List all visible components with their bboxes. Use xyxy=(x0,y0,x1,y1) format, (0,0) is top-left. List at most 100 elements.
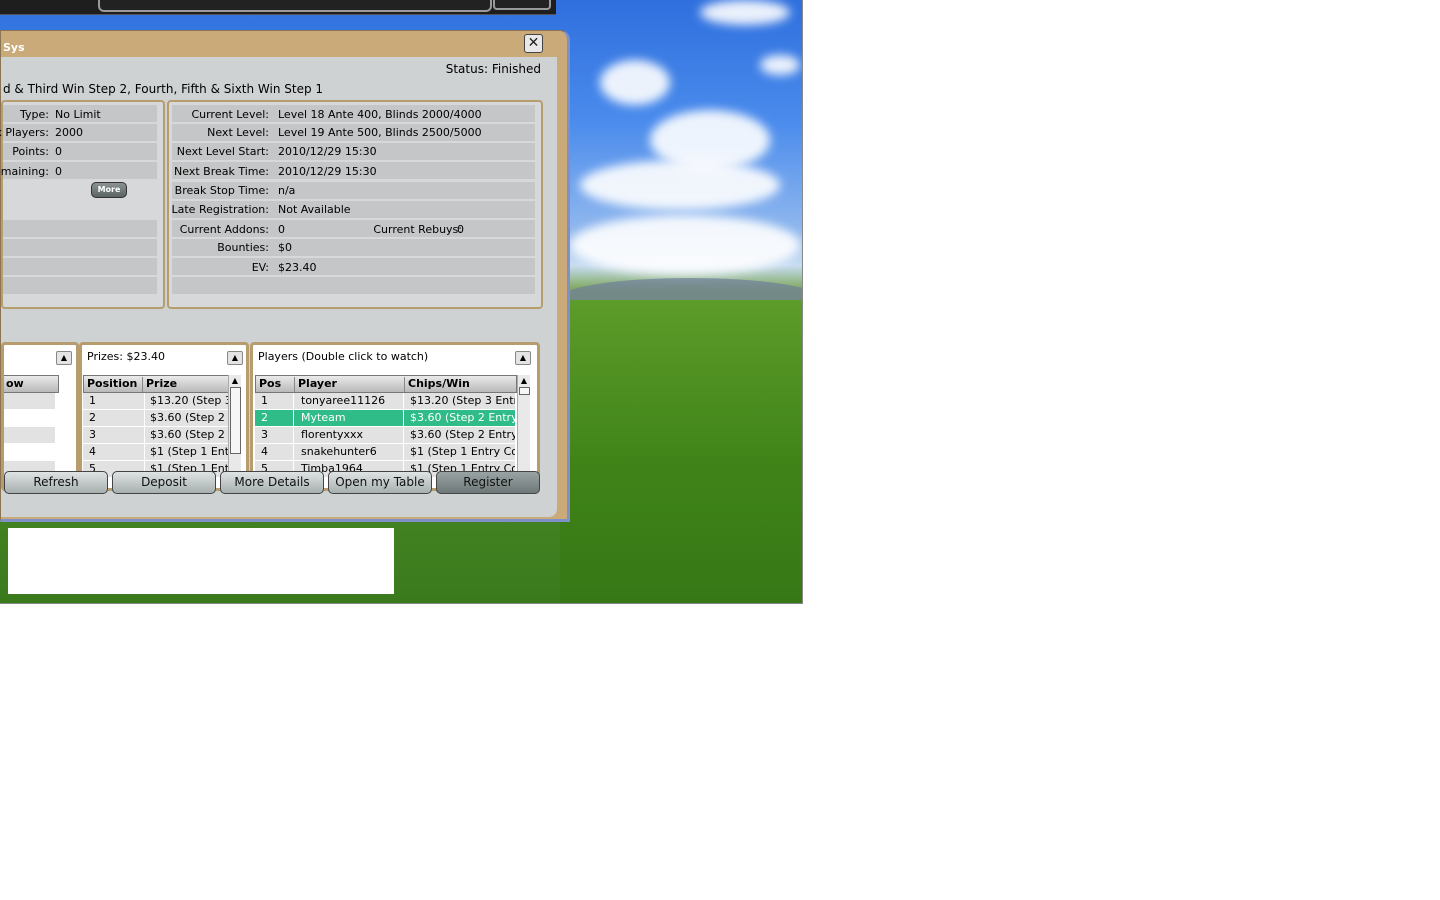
cloud xyxy=(570,215,800,275)
list-item[interactable] xyxy=(4,393,55,409)
window-titlebar[interactable]: Sys ✕ xyxy=(1,31,567,59)
top-bar xyxy=(0,0,556,15)
current-rebuys-value: 0 xyxy=(457,223,464,236)
more-details-button[interactable]: More Details xyxy=(220,471,324,494)
ev-label: EV: xyxy=(251,261,269,274)
cloud xyxy=(760,55,800,75)
player-cell: florentyxxx xyxy=(294,427,404,443)
status-value: Finished xyxy=(491,62,541,76)
close-button[interactable]: ✕ xyxy=(524,34,543,53)
position-cell: 1 xyxy=(83,393,145,409)
status-text: Status: Finished xyxy=(446,62,541,76)
type-label: Type: xyxy=(20,108,49,121)
info-row xyxy=(3,239,157,256)
position-cell: 4 xyxy=(83,444,145,460)
cloud xyxy=(600,60,670,105)
current-addons-label: Current Addons: xyxy=(179,223,269,236)
more-button[interactable]: More xyxy=(91,182,127,198)
info-row xyxy=(172,277,535,294)
table-row[interactable]: 4 snakehunter6 $1 (Step 1 Entry Cou xyxy=(255,444,515,460)
position-cell: 2 xyxy=(83,410,145,426)
bounties-label: Bounties: xyxy=(217,241,269,254)
points-label: Points: xyxy=(12,145,49,158)
player-cell: tonyaree11126 xyxy=(294,393,404,409)
collapse-button[interactable]: ▲ xyxy=(515,351,531,365)
chevron-up-icon: ▲ xyxy=(60,353,68,362)
close-icon: ✕ xyxy=(527,35,540,51)
table-row[interactable]: 2 $3.60 (Step 2 E xyxy=(83,410,228,426)
info-row xyxy=(3,277,157,294)
left-list-header: ow xyxy=(4,375,59,393)
prize-cell: $3.60 (Step 2 E xyxy=(145,410,228,426)
chips-cell: $3.60 (Step 2 Entry C xyxy=(404,427,515,443)
table-row[interactable]: 1 $13.20 (Step 3 xyxy=(83,393,228,409)
blank-panel xyxy=(8,528,394,594)
info-row xyxy=(3,220,157,237)
prizes-scrollbar[interactable]: ▲ ▼ xyxy=(228,375,241,480)
next-level-start-label: Next Level Start: xyxy=(176,145,269,158)
points-value: 0 xyxy=(55,145,62,158)
scroll-thumb[interactable] xyxy=(230,387,241,454)
tournament-name: d & Third Win Step 2, Fourth, Fifth & Si… xyxy=(3,82,324,96)
chips-cell: $1 (Step 1 Entry Cou xyxy=(404,444,515,460)
info-box-left: Type: No Limit x Players: 2000 Points: 0… xyxy=(0,100,165,309)
table-row[interactable]: 3 florentyxxx $3.60 (Step 2 Entry C xyxy=(255,427,515,443)
next-level-label: Next Level: xyxy=(207,126,269,139)
table-row[interactable]: 3 $3.60 (Step 2 E xyxy=(83,427,228,443)
pos-cell: 2 xyxy=(255,410,294,426)
ev-value: $23.40 xyxy=(278,261,317,274)
info-box-right: Current Level: Level 18 Ante 400, Blinds… xyxy=(167,100,543,309)
chips-cell: $3.60 (Step 2 Entry C xyxy=(404,410,515,426)
collapse-button[interactable]: ▲ xyxy=(56,351,72,365)
pos-column-header[interactable]: Pos xyxy=(256,377,281,392)
position-column-header[interactable]: Position xyxy=(84,377,137,392)
late-registration-label: Late Registration: xyxy=(171,203,270,216)
next-level-value: Level 19 Ante 500, Blinds 2500/5000 xyxy=(278,126,482,139)
remaining-label: emaining: xyxy=(0,165,49,178)
players-scrollbar[interactable]: ▲ ▼ xyxy=(517,375,530,480)
prize-cell: $3.60 (Step 2 E xyxy=(145,427,228,443)
prize-cell: $1 (Step 1 Entr xyxy=(145,444,228,460)
prize-cell: $13.20 (Step 3 xyxy=(145,393,228,409)
info-row xyxy=(3,258,157,275)
remaining-value: 0 xyxy=(55,165,62,178)
prize-column-header[interactable]: Prize xyxy=(142,377,177,392)
late-registration-value: Not Available xyxy=(278,203,351,216)
prizes-header: Position Prize xyxy=(83,375,230,393)
break-stop-value: n/a xyxy=(278,184,296,197)
deposit-button[interactable]: Deposit xyxy=(112,471,216,494)
refresh-button[interactable]: Refresh xyxy=(4,471,108,494)
chevron-up-icon: ▲ xyxy=(519,353,527,362)
column-header[interactable]: ow xyxy=(4,377,24,392)
players-header: Pos Player Chips/Win xyxy=(255,375,517,393)
arrow-up-icon[interactable]: ▲ xyxy=(518,375,530,386)
next-break-value: 2010/12/29 15:30 xyxy=(278,165,377,178)
grass-field xyxy=(560,300,802,603)
register-button[interactable]: Register xyxy=(436,471,540,494)
chips-cell: $13.20 (Step 3 Entry xyxy=(404,393,515,409)
tournament-lobby-window: Sys ✕ Status: Finished d & Third Win Ste… xyxy=(0,30,570,522)
pos-cell: 4 xyxy=(255,444,294,460)
player-cell: snakehunter6 xyxy=(294,444,404,460)
table-row[interactable]: 4 $1 (Step 1 Entr xyxy=(83,444,228,460)
top-input-field[interactable] xyxy=(98,0,492,12)
player-cell: Myteam xyxy=(294,410,404,426)
current-level-value: Level 18 Ante 400, Blinds 2000/4000 xyxy=(278,108,482,121)
players-panel: Players (Double click to watch) ▲ Pos Pl… xyxy=(250,342,540,491)
scroll-thumb[interactable] xyxy=(519,387,530,395)
cloud xyxy=(700,0,790,25)
table-row-selected[interactable]: 2 Myteam $3.60 (Step 2 Entry C xyxy=(255,410,515,426)
collapse-button[interactable]: ▲ xyxy=(227,351,243,365)
pos-cell: 1 xyxy=(255,393,294,409)
player-column-header[interactable]: Player xyxy=(294,377,337,392)
open-my-table-button[interactable]: Open my Table xyxy=(328,471,432,494)
arrow-up-icon[interactable]: ▲ xyxy=(229,375,241,386)
next-level-start-value: 2010/12/29 15:30 xyxy=(278,145,377,158)
chips-win-column-header[interactable]: Chips/Win xyxy=(404,377,470,392)
lobby-panel: Status: Finished d & Third Win Step 2, F… xyxy=(0,57,557,517)
prizes-title: Prizes: $23.40 xyxy=(87,350,165,363)
list-item[interactable] xyxy=(4,427,55,443)
table-row[interactable]: 1 tonyaree11126 $13.20 (Step 3 Entry xyxy=(255,393,515,409)
type-value: No Limit xyxy=(55,108,101,121)
top-button[interactable] xyxy=(493,0,551,10)
